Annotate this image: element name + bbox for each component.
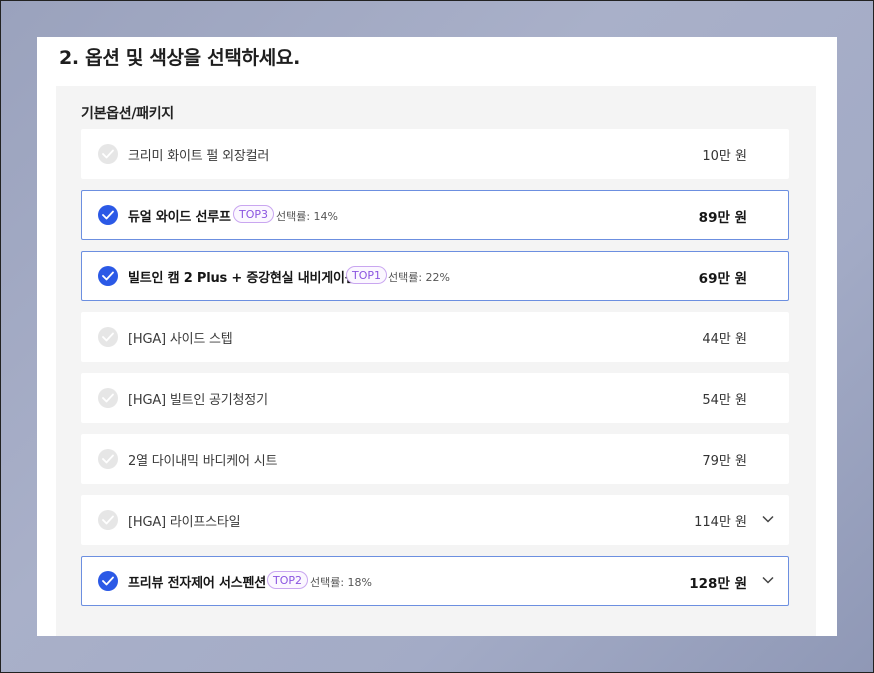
check-icon xyxy=(98,510,118,530)
basic-options-box: 기본옵션/패키지 크리미 화이트 펄 외장컬러 10만 원 듀얼 와이드 선루프… xyxy=(56,86,816,636)
option-item-4[interactable]: [HGA] 빌트인 공기청정기 54만 원 xyxy=(81,373,789,423)
option-label: [HGA] 라이프스타일 xyxy=(128,515,241,530)
option-price: 128만 원 xyxy=(689,576,747,592)
option-price: 10만 원 xyxy=(702,149,747,164)
rank-badge: TOP1 xyxy=(346,266,388,284)
selection-rate: 선택률: 18% xyxy=(310,576,373,589)
option-label: [HGA] 사이드 스텝 xyxy=(128,332,233,347)
chevron-down-icon[interactable] xyxy=(762,576,774,584)
rank-badge: TOP3 xyxy=(233,205,275,223)
check-icon xyxy=(98,144,118,164)
check-icon xyxy=(98,571,118,591)
option-item-0[interactable]: 크리미 화이트 펄 외장컬러 10만 원 xyxy=(81,129,789,179)
option-price: 89만 원 xyxy=(698,210,747,226)
option-item-2[interactable]: 빌트인 캠 2 Plus + 증강현실 내비게이션 TOP1 선택률: 22% … xyxy=(81,251,789,301)
option-price: 69만 원 xyxy=(698,271,747,287)
option-label: 듀얼 와이드 선루프 xyxy=(128,210,231,225)
option-item-5[interactable]: 2열 다이내믹 바디케어 시트 79만 원 xyxy=(81,434,789,484)
option-price: 44만 원 xyxy=(702,332,747,347)
option-item-7[interactable]: 프리뷰 전자제어 서스펜션 TOP2 선택률: 18% 128만 원 xyxy=(81,556,789,606)
check-icon xyxy=(98,449,118,469)
option-price: 79만 원 xyxy=(702,454,747,469)
option-price: 54만 원 xyxy=(702,393,747,408)
option-label: 2열 다이내믹 바디케어 시트 xyxy=(128,454,278,469)
section-title: 2. 옵션 및 색상을 선택하세요. xyxy=(59,47,300,69)
option-item-1[interactable]: 듀얼 와이드 선루프 TOP3 선택률: 14% 89만 원 xyxy=(81,190,789,240)
option-item-3[interactable]: [HGA] 사이드 스텝 44만 원 xyxy=(81,312,789,362)
check-icon xyxy=(98,327,118,347)
group-title: 기본옵션/패키지 xyxy=(81,106,174,122)
option-label: 빌트인 캠 2 Plus + 증강현실 내비게이션 xyxy=(128,271,357,286)
option-price: 114만 원 xyxy=(694,515,747,530)
check-icon xyxy=(98,205,118,225)
option-label: [HGA] 빌트인 공기청정기 xyxy=(128,393,268,408)
check-icon xyxy=(98,388,118,408)
option-label: 크리미 화이트 펄 외장컬러 xyxy=(128,149,270,164)
rank-badge: TOP2 xyxy=(267,571,309,589)
options-panel: 2. 옵션 및 색상을 선택하세요. 기본옵션/패키지 크리미 화이트 펄 외장… xyxy=(37,37,837,636)
selection-rate: 선택률: 22% xyxy=(388,271,451,284)
selection-rate: 선택률: 14% xyxy=(276,210,339,223)
chevron-down-icon[interactable] xyxy=(762,515,774,523)
option-item-6[interactable]: [HGA] 라이프스타일 114만 원 xyxy=(81,495,789,545)
option-label: 프리뷰 전자제어 서스펜션 xyxy=(128,576,267,591)
check-icon xyxy=(98,266,118,286)
